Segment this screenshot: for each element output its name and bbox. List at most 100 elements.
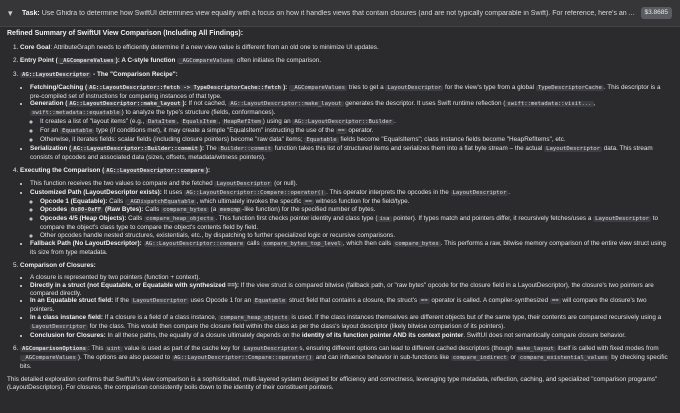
entry-c: often initiates the comparison. bbox=[235, 56, 322, 64]
list-item: A closure is represented by two pointers… bbox=[30, 274, 671, 282]
inline-code: TypeDescriptorCache bbox=[535, 84, 604, 91]
task-header[interactable]: ▾ Task: Use Ghidra to determine how Swif… bbox=[0, 0, 680, 27]
section-heading: Executing the Comparison (AG::LayoutDesc… bbox=[20, 167, 210, 174]
opcode-list: Opcode 1 (Equatable): Calls _AGDispatchE… bbox=[30, 198, 671, 241]
inline-code: == bbox=[549, 298, 561, 305]
list-item: Otherwise, it iterates fields: scalar fi… bbox=[40, 136, 671, 145]
text: , which ultimately invokes the specific bbox=[196, 197, 304, 205]
heading-text: Executing the Comparison ( bbox=[20, 166, 105, 174]
item-lead: In an Equatable struct field: bbox=[30, 297, 114, 305]
text: , bbox=[177, 118, 181, 126]
section-heading: AG::LayoutDescriptor - The "Comparison R… bbox=[20, 71, 178, 78]
list-item: Directly in a struct (not Equatable, or … bbox=[30, 282, 671, 298]
inline-code: LayoutDescriptor bbox=[241, 346, 300, 352]
text: Otherwise, it iterates fields: scalar fi… bbox=[40, 136, 305, 144]
text: and can influence behavior in sub-functi… bbox=[314, 353, 451, 361]
entry-b: ): A C-style function bbox=[115, 56, 178, 64]
fetch-lead: Fetching/Caching ( bbox=[30, 83, 88, 91]
text: uses Opcode 1 for an bbox=[188, 297, 253, 305]
text: witness function for the field/type. bbox=[313, 197, 410, 205]
text: fields become "EqualsItems"; class insta… bbox=[338, 136, 566, 144]
findings-list: Core Goal: AttributeGraph needs to effic… bbox=[7, 44, 671, 371]
task-description: Task: Use Ghidra to determine how SwiftU… bbox=[22, 10, 635, 17]
list-item: Core Goal: AttributeGraph needs to effic… bbox=[20, 44, 671, 52]
inline-code: Equatable bbox=[60, 128, 95, 135]
list-item: Fetching/Caching (AG::LayoutDescriptor::… bbox=[30, 84, 671, 101]
text: -like function) for the specified number… bbox=[242, 206, 376, 214]
heading-text: Comparison of Closures bbox=[20, 261, 94, 269]
list-item: Customized Path (LayoutDescriptor exists… bbox=[30, 189, 671, 240]
chevron-down-icon[interactable]: ▾ bbox=[8, 8, 16, 18]
inline-code: _AGDispatchEquatable bbox=[124, 198, 197, 205]
inline-code: AG::LayoutDescriptor::Builder bbox=[292, 119, 395, 126]
text: pointer). If types match and pointers di… bbox=[391, 215, 594, 223]
list-item: In an Equatable struct field: If the Lay… bbox=[30, 297, 671, 314]
list-item: Generation (AG::LayoutDescriptor::make_l… bbox=[30, 100, 671, 145]
text: It uses bbox=[161, 188, 185, 196]
ser-lead: Serialization ( bbox=[30, 144, 72, 152]
text: Calls bbox=[107, 197, 125, 205]
text: Calls bbox=[126, 215, 144, 223]
text: s, ensuring different options can lead t… bbox=[299, 345, 515, 352]
text: In all these paths, the equality of a cl… bbox=[105, 332, 302, 340]
heading-tail: - The "Comparison Recipe": bbox=[91, 70, 178, 78]
inline-code: compare_heap_objects bbox=[218, 315, 290, 322]
task-text: Use Ghidra to determine how SwiftUI dete… bbox=[41, 9, 635, 17]
list-item: This function receives the two values to… bbox=[30, 180, 671, 189]
list-item: Opcodes 4/5 (Heap Objects): Calls compar… bbox=[40, 215, 671, 232]
text: . bbox=[394, 118, 396, 126]
gen-t2b: , bbox=[593, 100, 596, 108]
op1-lead: Opcode 1 (Equatable): bbox=[40, 197, 108, 205]
cost-badge: $3.8685 bbox=[640, 7, 672, 19]
inline-code: LayoutDescriptor bbox=[30, 324, 88, 331]
inline-code: isa bbox=[377, 216, 392, 223]
op3-lead: Opcodes 4/5 (Heap Objects): bbox=[40, 215, 127, 223]
response-content: Refined Summary of SwiftUI View Comparis… bbox=[7, 30, 671, 392]
text: or bbox=[508, 353, 518, 361]
text: (or null). bbox=[272, 179, 298, 187]
fallback-lead: Fallback Path (No LayoutDescriptor): bbox=[30, 240, 142, 248]
inline-code: LayoutDescriptor bbox=[450, 189, 509, 196]
text: It creates a list of "layout items" (e.g… bbox=[40, 118, 147, 126]
text: value is used as part of the cache key f… bbox=[122, 345, 242, 352]
inline-code: memcmp bbox=[217, 207, 243, 214]
inline-code: compare_bytes_top_level bbox=[261, 241, 343, 248]
inline-code: swift::metadata::equatable bbox=[30, 110, 122, 117]
options-code: AGComparisonOptions bbox=[20, 346, 88, 352]
inline-code: compare_indirect bbox=[450, 354, 509, 361]
item-lead: Conclusion for Closures: bbox=[30, 332, 106, 340]
fetch-code: AG::LayoutDescriptor::fetch -> TypeDescr… bbox=[87, 84, 284, 91]
gen-t3: ) to analyze the type's structure (field… bbox=[121, 109, 276, 117]
entry-point-label: Entry Point (_AGCompareValues): A C-styl… bbox=[20, 57, 177, 64]
inline-code: DataItem bbox=[146, 119, 177, 126]
list-item: Entry Point (_AGCompareValues): A C-styl… bbox=[20, 57, 671, 66]
text: If a closure is a field of a class insta… bbox=[102, 314, 219, 322]
inline-code: == bbox=[418, 298, 430, 305]
op2-lead: Opcodes bbox=[40, 206, 69, 214]
fetch-t2: for the view's type from a global bbox=[443, 83, 536, 91]
text: itself is called with fixed modes from bbox=[555, 345, 659, 352]
list-item: Other opcodes handle nested structures, … bbox=[40, 232, 671, 240]
text: A closure is represented by two pointers… bbox=[30, 273, 201, 281]
inline-code: LayoutDescriptor bbox=[130, 298, 189, 305]
inline-code: LayoutDescriptor bbox=[214, 180, 273, 187]
text: For an bbox=[40, 127, 61, 135]
fetch-lead-end: ): bbox=[283, 83, 288, 91]
text: This function receives the two values to… bbox=[30, 179, 215, 187]
section-heading: Comparison of Closures: bbox=[20, 262, 96, 269]
list-item: Conclusion for Closures: In all these pa… bbox=[30, 332, 671, 340]
inline-code: compare_bytes bbox=[392, 241, 441, 248]
closing-paragraph: This detailed exploration confirms that … bbox=[7, 375, 658, 391]
inline-code: == bbox=[335, 128, 347, 135]
gen-t1: If not cached, bbox=[186, 100, 229, 108]
closures-list: A closure is represented by two pointers… bbox=[20, 274, 671, 340]
text: for the class. This would then compare t… bbox=[87, 323, 506, 331]
inline-code: AG::LayoutDescriptor::make_layout bbox=[228, 101, 344, 108]
inline-code: make_layout bbox=[514, 346, 556, 352]
custom-lead: Customized Path (LayoutDescriptor exists… bbox=[30, 188, 162, 196]
heading-end: : bbox=[93, 261, 96, 269]
ser-t2: function takes this list of structured i… bbox=[272, 144, 545, 152]
inline-code: compare_bytes bbox=[161, 207, 209, 214]
text: , which then calls bbox=[342, 240, 393, 248]
inline-code: compare_existential_values bbox=[517, 354, 610, 361]
